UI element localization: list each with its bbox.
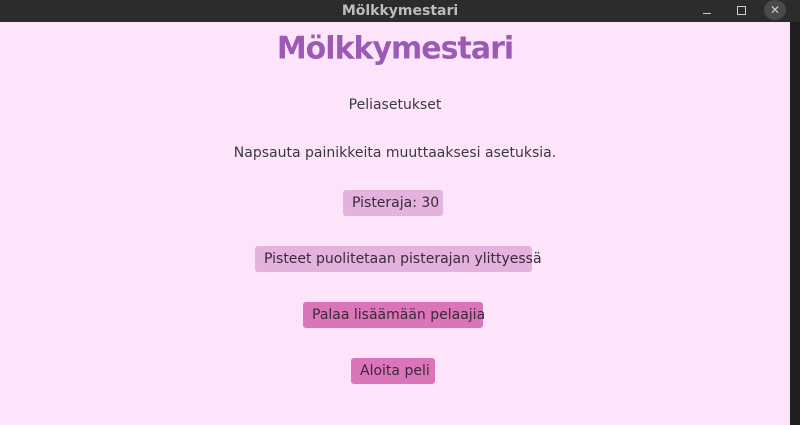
back-to-players-button[interactable]: Palaa lisäämään pelaajia [303,302,485,328]
minimize-button[interactable] [694,0,720,22]
window-title: Mölkkymestari [341,3,459,19]
app-window: Mölkkymestari ✕ Mölkkymestari Peliasetuk… [0,0,800,425]
close-icon: ✕ [769,3,781,17]
settings-heading: Peliasetukset [348,97,442,113]
window-titlebar[interactable]: Mölkkymestari ✕ [0,0,800,22]
maximize-button[interactable] [728,0,754,22]
close-button[interactable]: ✕ [764,0,786,20]
app-title: Mölkkymestari [276,30,514,67]
maximize-icon [736,6,746,15]
settings-view: Mölkkymestari Peliasetukset Napsauta pai… [0,27,790,425]
score-limit-button[interactable]: Pisteraja: 30 [343,190,443,216]
background-window-strip [790,22,800,425]
minimize-icon [703,13,711,14]
start-game-button[interactable]: Aloita peli [351,358,435,384]
halve-points-toggle-button[interactable]: Pisteet puolitetaan pisterajan ylittyess… [255,246,542,272]
settings-instructions: Napsauta painikkeita muuttaaksesi asetuk… [233,145,557,161]
